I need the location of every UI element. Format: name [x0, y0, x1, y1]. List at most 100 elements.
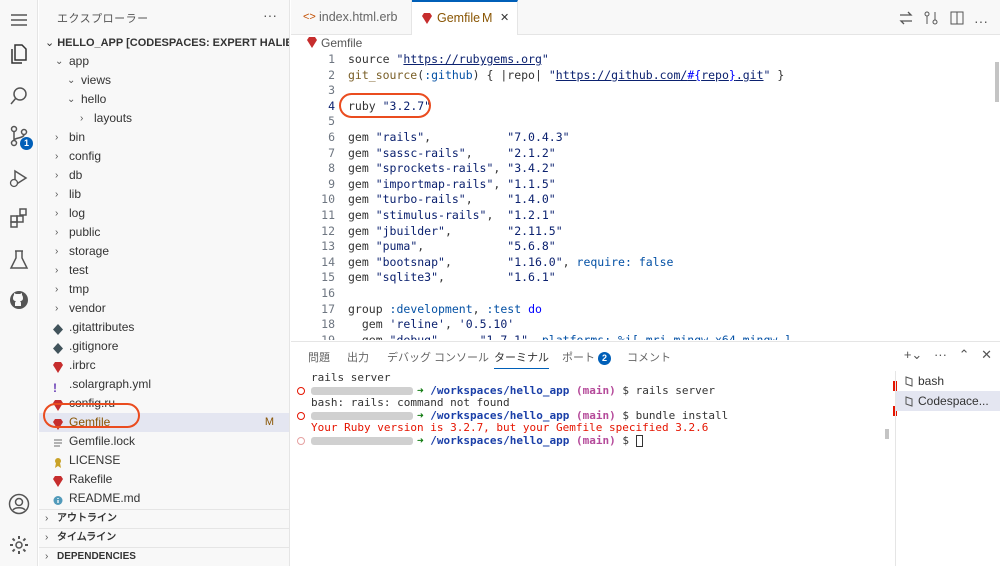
explorer-sidebar: エクスプローラー ··· ⌄ HELLO_APP [CODESPACES: EXP…: [39, 0, 290, 566]
account-icon[interactable]: [7, 492, 31, 516]
tree-item-views[interactable]: ⌄ views: [39, 71, 289, 90]
code-line: 15 gem "sqlite3", "1.6.1": [291, 270, 991, 286]
tree-item-solargraph-yml[interactable]: ! .solargraph.yml: [39, 375, 289, 395]
extensions-icon[interactable]: [7, 206, 31, 230]
tree-item-hello[interactable]: ⌄ hello: [39, 90, 289, 109]
tree-item-gitignore[interactable]: .gitignore: [39, 337, 289, 356]
error-dot-icon: [297, 411, 305, 420]
tab-gemfile[interactable]: Gemfile M ✕: [412, 0, 518, 35]
timeline-section[interactable]: › タイムライン: [39, 528, 289, 547]
line-number: 19: [321, 332, 335, 340]
breadcrumb[interactable]: Gemfile: [307, 36, 362, 50]
line-number: 2: [328, 67, 335, 82]
bottom-panel: 問題 出力 デバッグ コンソール ターミナル ポート 2 コメント +⌄ ··· …: [291, 341, 1000, 566]
tree-item-rakefile[interactable]: Rakefile: [39, 470, 289, 489]
close-tab-icon[interactable]: ✕: [500, 2, 509, 35]
redacted-user: [311, 436, 413, 445]
line-number: 11: [321, 208, 335, 222]
tree-item-label: hello: [81, 92, 107, 106]
chevron-down-icon: ⌄: [55, 56, 64, 67]
tab-comments[interactable]: コメント: [627, 349, 671, 365]
tab-terminal[interactable]: ターミナル: [494, 349, 549, 369]
tree-item-label: LICENSE: [69, 453, 121, 467]
chevron-right-icon: ›: [55, 208, 59, 219]
tree-item-vendor[interactable]: › vendor: [39, 299, 289, 318]
code-line: 1 source "https://rubygems.org": [291, 52, 991, 68]
workspace-root[interactable]: ⌄ HELLO_APP [CODESPACES: EXPERT HALIBUT]: [45, 36, 289, 49]
testing-icon[interactable]: [7, 248, 31, 272]
code-text: gem "puma", "5.6.8": [348, 239, 556, 254]
tree-item-config[interactable]: › config: [39, 147, 289, 166]
chevron-right-icon: ›: [55, 227, 59, 238]
chevron-right-icon: ›: [55, 170, 59, 181]
tab-debug-console[interactable]: デバッグ コンソール: [387, 349, 489, 365]
terminal-item-bash[interactable]: bash: [896, 371, 1000, 391]
line-number: 12: [321, 223, 335, 238]
close-panel-icon[interactable]: ✕: [981, 347, 992, 362]
outline-section[interactable]: › アウトライン: [39, 509, 289, 528]
tree-item-public[interactable]: › public: [39, 223, 289, 242]
tree-item-irbrc[interactable]: .irbrc: [39, 356, 289, 375]
tree-item-db[interactable]: › db: [39, 166, 289, 185]
terminal-item-codespace[interactable]: Codespace...: [896, 391, 1000, 411]
tree-item-gemfile-lock[interactable]: Gemfile.lock: [39, 432, 289, 451]
chevron-right-icon: ›: [55, 189, 59, 200]
settings-gear-icon[interactable]: [7, 533, 31, 557]
tree-item-layouts[interactable]: › layouts: [39, 109, 289, 128]
terminal-scrollbar[interactable]: [885, 429, 889, 439]
menu-icon[interactable]: [7, 8, 31, 32]
tree-item-license[interactable]: LICENSE: [39, 451, 289, 470]
maximize-panel-icon[interactable]: ⌃: [959, 347, 970, 362]
code-line: 2 git_source(:github) { |repo| "https://g…: [291, 68, 991, 84]
tab-index-html-erb[interactable]: <> index.html.erb: [291, 0, 412, 35]
split-editor-icon[interactable]: [949, 10, 965, 26]
open-changes-icon[interactable]: [923, 10, 939, 26]
github-icon[interactable]: [7, 288, 31, 312]
code-line: 10 gem "turbo-rails", "1.4.0": [291, 192, 991, 208]
lock-file-icon: [53, 436, 63, 447]
editor-scrollbar[interactable]: [995, 62, 999, 102]
tree-item-gitattributes[interactable]: .gitattributes: [39, 318, 289, 337]
tree-item-label: app: [69, 54, 90, 68]
tree-item-test[interactable]: › test: [39, 261, 289, 280]
line-number: 8: [328, 161, 335, 176]
code-text: gem "importmap-rails", "1.1.5": [348, 176, 556, 191]
code-line: 11 gem "stimulus-rails", "1.2.1": [291, 208, 991, 224]
code-text: gem "jbuilder", "2.11.5": [348, 223, 563, 238]
dependencies-section[interactable]: › DEPENDENCIES: [39, 547, 289, 566]
tab-output[interactable]: 出力: [347, 349, 369, 365]
redacted-user: [311, 411, 413, 420]
source-control-badge: 1: [20, 137, 33, 150]
tree-item-label: storage: [69, 244, 110, 258]
tree-item-storage[interactable]: › storage: [39, 242, 289, 261]
tree-item-readme-md[interactable]: README.md: [39, 489, 289, 508]
git-file-icon: [53, 322, 63, 335]
ruby-file-icon: [422, 13, 432, 24]
more-icon[interactable]: ···: [934, 347, 947, 362]
code-text: source "https://rubygems.org": [348, 52, 549, 66]
redacted-user: [311, 386, 413, 395]
tab-problems[interactable]: 問題: [308, 349, 330, 365]
terminal-icon: [905, 376, 913, 388]
code-text: gem "sassc-rails", "2.1.2": [348, 145, 556, 160]
line-number: 5: [328, 114, 335, 129]
git-file-icon: [53, 341, 63, 354]
new-terminal-icon[interactable]: +⌄: [904, 347, 922, 362]
more-icon[interactable]: ···: [974, 14, 990, 31]
editor-tabs: <> index.html.erb Gemfile M ✕ ···: [291, 0, 1000, 35]
tab-ports[interactable]: ポート 2: [562, 349, 611, 365]
compare-icon[interactable]: [898, 10, 914, 26]
yaml-file-icon: !: [53, 381, 57, 395]
explorer-icon[interactable]: [7, 42, 31, 66]
tree-item-bin[interactable]: › bin: [39, 128, 289, 147]
more-actions-icon[interactable]: ···: [263, 7, 277, 23]
pending-dot-icon: [297, 436, 305, 445]
tree-item-log[interactable]: › log: [39, 204, 289, 223]
search-icon[interactable]: [7, 84, 31, 108]
tree-item-lib[interactable]: › lib: [39, 185, 289, 204]
tree-item-tmp[interactable]: › tmp: [39, 280, 289, 299]
tree-item-label: Gemfile.lock: [69, 434, 136, 448]
tree-item-label: vendor: [69, 301, 106, 315]
run-debug-icon[interactable]: [7, 166, 31, 190]
tree-item-app[interactable]: ⌄ app: [39, 52, 289, 71]
